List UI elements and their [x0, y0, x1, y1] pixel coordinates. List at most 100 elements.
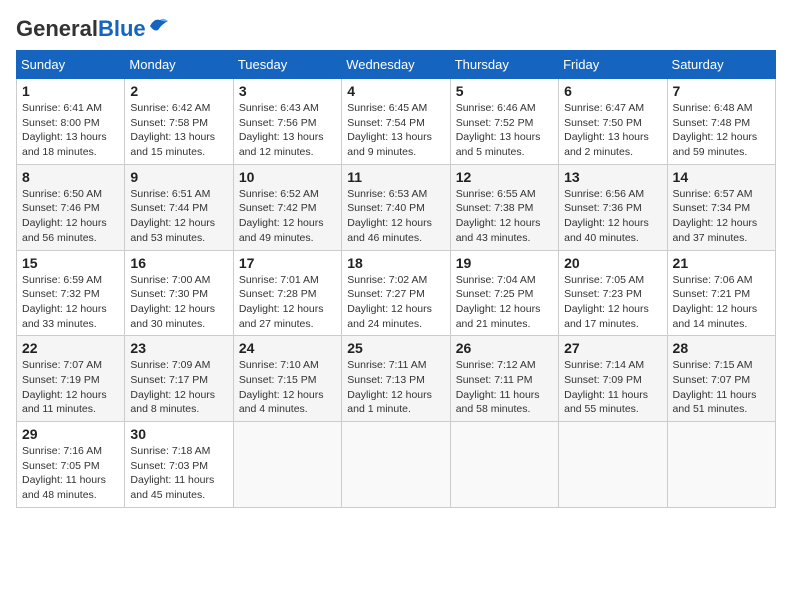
calendar-cell: 21 Sunrise: 7:06 AMSunset: 7:21 PMDayligh…: [667, 250, 775, 336]
calendar-week-row: 29 Sunrise: 7:16 AMSunset: 7:05 PMDayligh…: [17, 422, 776, 508]
calendar-cell: [559, 422, 667, 508]
calendar-cell: [233, 422, 341, 508]
weekday-header-tuesday: Tuesday: [233, 51, 341, 79]
day-number: 24: [239, 340, 336, 356]
day-detail: Sunrise: 7:15 AMSunset: 7:07 PMDaylight:…: [673, 358, 770, 417]
day-detail: Sunrise: 6:46 AMSunset: 7:52 PMDaylight:…: [456, 101, 553, 160]
day-number: 25: [347, 340, 444, 356]
calendar-week-row: 22 Sunrise: 7:07 AMSunset: 7:19 PMDayligh…: [17, 336, 776, 422]
calendar-cell: 5 Sunrise: 6:46 AMSunset: 7:52 PMDaylight…: [450, 79, 558, 165]
day-detail: Sunrise: 7:04 AMSunset: 7:25 PMDaylight:…: [456, 273, 553, 332]
day-number: 4: [347, 83, 444, 99]
calendar-cell: 2Sunrise: 6:42 AMSunset: 7:58 PMDaylight…: [125, 79, 233, 165]
calendar-cell: 24Sunrise: 7:10 AMSunset: 7:15 PMDayligh…: [233, 336, 341, 422]
day-number: 26: [456, 340, 553, 356]
day-number: 30: [130, 426, 227, 442]
page-header: GeneralBlue: [16, 16, 776, 42]
day-number: 8: [22, 169, 119, 185]
calendar-cell: 3 Sunrise: 6:43 AMSunset: 7:56 PMDaylight…: [233, 79, 341, 165]
day-number: 12: [456, 169, 553, 185]
calendar-cell: 6 Sunrise: 6:47 AMSunset: 7:50 PMDaylight…: [559, 79, 667, 165]
calendar-cell: [342, 422, 450, 508]
calendar-cell: 9 Sunrise: 6:51 AMSunset: 7:44 PMDaylight…: [125, 164, 233, 250]
calendar-table: SundayMondayTuesdayWednesdayThursdayFrid…: [16, 50, 776, 508]
day-detail: Sunrise: 6:52 AMSunset: 7:42 PMDaylight:…: [239, 187, 336, 246]
calendar-cell: 13 Sunrise: 6:56 AMSunset: 7:36 PMDayligh…: [559, 164, 667, 250]
weekday-header-thursday: Thursday: [450, 51, 558, 79]
day-detail: Sunrise: 6:59 AMSunset: 7:32 PMDaylight:…: [22, 273, 119, 332]
day-number: 28: [673, 340, 770, 356]
calendar-week-row: 8Sunrise: 6:50 AMSunset: 7:46 PMDaylight…: [17, 164, 776, 250]
day-detail: Sunrise: 7:16 AMSunset: 7:05 PMDaylight:…: [22, 444, 119, 503]
day-detail: Sunrise: 6:41 AMSunset: 8:00 PMDaylight:…: [22, 101, 119, 160]
day-number: 6: [564, 83, 661, 99]
calendar-cell: 8Sunrise: 6:50 AMSunset: 7:46 PMDaylight…: [17, 164, 125, 250]
weekday-header-saturday: Saturday: [667, 51, 775, 79]
calendar-cell: 29 Sunrise: 7:16 AMSunset: 7:05 PMDayligh…: [17, 422, 125, 508]
calendar-cell: [450, 422, 558, 508]
day-number: 13: [564, 169, 661, 185]
calendar-cell: 1 Sunrise: 6:41 AMSunset: 8:00 PMDaylight…: [17, 79, 125, 165]
day-number: 19: [456, 255, 553, 271]
calendar-cell: 4 Sunrise: 6:45 AMSunset: 7:54 PMDaylight…: [342, 79, 450, 165]
day-detail: Sunrise: 6:43 AMSunset: 7:56 PMDaylight:…: [239, 101, 336, 160]
day-number: 22: [22, 340, 119, 356]
logo: GeneralBlue: [16, 16, 170, 42]
day-number: 21: [673, 255, 770, 271]
day-detail: Sunrise: 7:06 AMSunset: 7:21 PMDaylight:…: [673, 273, 770, 332]
calendar-cell: 18Sunrise: 7:02 AMSunset: 7:27 PMDayligh…: [342, 250, 450, 336]
calendar-cell: 11 Sunrise: 6:53 AMSunset: 7:40 PMDayligh…: [342, 164, 450, 250]
day-number: 7: [673, 83, 770, 99]
day-number: 1: [22, 83, 119, 99]
day-number: 2: [130, 83, 227, 99]
day-number: 3: [239, 83, 336, 99]
calendar-header-row: SundayMondayTuesdayWednesdayThursdayFrid…: [17, 51, 776, 79]
calendar-cell: 27Sunrise: 7:14 AMSunset: 7:09 PMDayligh…: [559, 336, 667, 422]
calendar-cell: 20 Sunrise: 7:05 AMSunset: 7:23 PMDayligh…: [559, 250, 667, 336]
calendar-cell: [667, 422, 775, 508]
calendar-cell: 26Sunrise: 7:12 AMSunset: 7:11 PMDayligh…: [450, 336, 558, 422]
day-detail: Sunrise: 6:48 AMSunset: 7:48 PMDaylight:…: [673, 101, 770, 160]
weekday-header-monday: Monday: [125, 51, 233, 79]
day-number: 20: [564, 255, 661, 271]
day-number: 11: [347, 169, 444, 185]
day-detail: Sunrise: 6:53 AMSunset: 7:40 PMDaylight:…: [347, 187, 444, 246]
day-detail: Sunrise: 7:18 AMSunset: 7:03 PMDaylight:…: [130, 444, 227, 503]
day-detail: Sunrise: 7:11 AMSunset: 7:13 PMDaylight:…: [347, 358, 444, 417]
day-detail: Sunrise: 7:05 AMSunset: 7:23 PMDaylight:…: [564, 273, 661, 332]
day-detail: Sunrise: 6:47 AMSunset: 7:50 PMDaylight:…: [564, 101, 661, 160]
day-detail: Sunrise: 6:45 AMSunset: 7:54 PMDaylight:…: [347, 101, 444, 160]
logo-bird-icon: [148, 16, 170, 34]
logo-text: GeneralBlue: [16, 16, 146, 42]
calendar-cell: 14Sunrise: 6:57 AMSunset: 7:34 PMDayligh…: [667, 164, 775, 250]
calendar-cell: 15 Sunrise: 6:59 AMSunset: 7:32 PMDayligh…: [17, 250, 125, 336]
day-number: 18: [347, 255, 444, 271]
calendar-cell: 16Sunrise: 7:00 AMSunset: 7:30 PMDayligh…: [125, 250, 233, 336]
day-detail: Sunrise: 6:56 AMSunset: 7:36 PMDaylight:…: [564, 187, 661, 246]
calendar-week-row: 15 Sunrise: 6:59 AMSunset: 7:32 PMDayligh…: [17, 250, 776, 336]
calendar-cell: 10 Sunrise: 6:52 AMSunset: 7:42 PMDayligh…: [233, 164, 341, 250]
calendar-week-row: 1 Sunrise: 6:41 AMSunset: 8:00 PMDaylight…: [17, 79, 776, 165]
weekday-header-wednesday: Wednesday: [342, 51, 450, 79]
day-detail: Sunrise: 6:51 AMSunset: 7:44 PMDaylight:…: [130, 187, 227, 246]
calendar-cell: 23 Sunrise: 7:09 AMSunset: 7:17 PMDayligh…: [125, 336, 233, 422]
weekday-header-friday: Friday: [559, 51, 667, 79]
day-number: 17: [239, 255, 336, 271]
calendar-cell: 7 Sunrise: 6:48 AMSunset: 7:48 PMDaylight…: [667, 79, 775, 165]
calendar-cell: 28 Sunrise: 7:15 AMSunset: 7:07 PMDayligh…: [667, 336, 775, 422]
day-detail: Sunrise: 7:01 AMSunset: 7:28 PMDaylight:…: [239, 273, 336, 332]
day-detail: Sunrise: 7:09 AMSunset: 7:17 PMDaylight:…: [130, 358, 227, 417]
day-detail: Sunrise: 7:07 AMSunset: 7:19 PMDaylight:…: [22, 358, 119, 417]
day-number: 10: [239, 169, 336, 185]
day-number: 15: [22, 255, 119, 271]
day-detail: Sunrise: 7:00 AMSunset: 7:30 PMDaylight:…: [130, 273, 227, 332]
day-number: 9: [130, 169, 227, 185]
day-detail: Sunrise: 6:55 AMSunset: 7:38 PMDaylight:…: [456, 187, 553, 246]
weekday-header-sunday: Sunday: [17, 51, 125, 79]
day-number: 23: [130, 340, 227, 356]
day-number: 5: [456, 83, 553, 99]
day-number: 29: [22, 426, 119, 442]
day-detail: Sunrise: 7:14 AMSunset: 7:09 PMDaylight:…: [564, 358, 661, 417]
calendar-cell: 19 Sunrise: 7:04 AMSunset: 7:25 PMDayligh…: [450, 250, 558, 336]
calendar-cell: 30 Sunrise: 7:18 AMSunset: 7:03 PMDayligh…: [125, 422, 233, 508]
